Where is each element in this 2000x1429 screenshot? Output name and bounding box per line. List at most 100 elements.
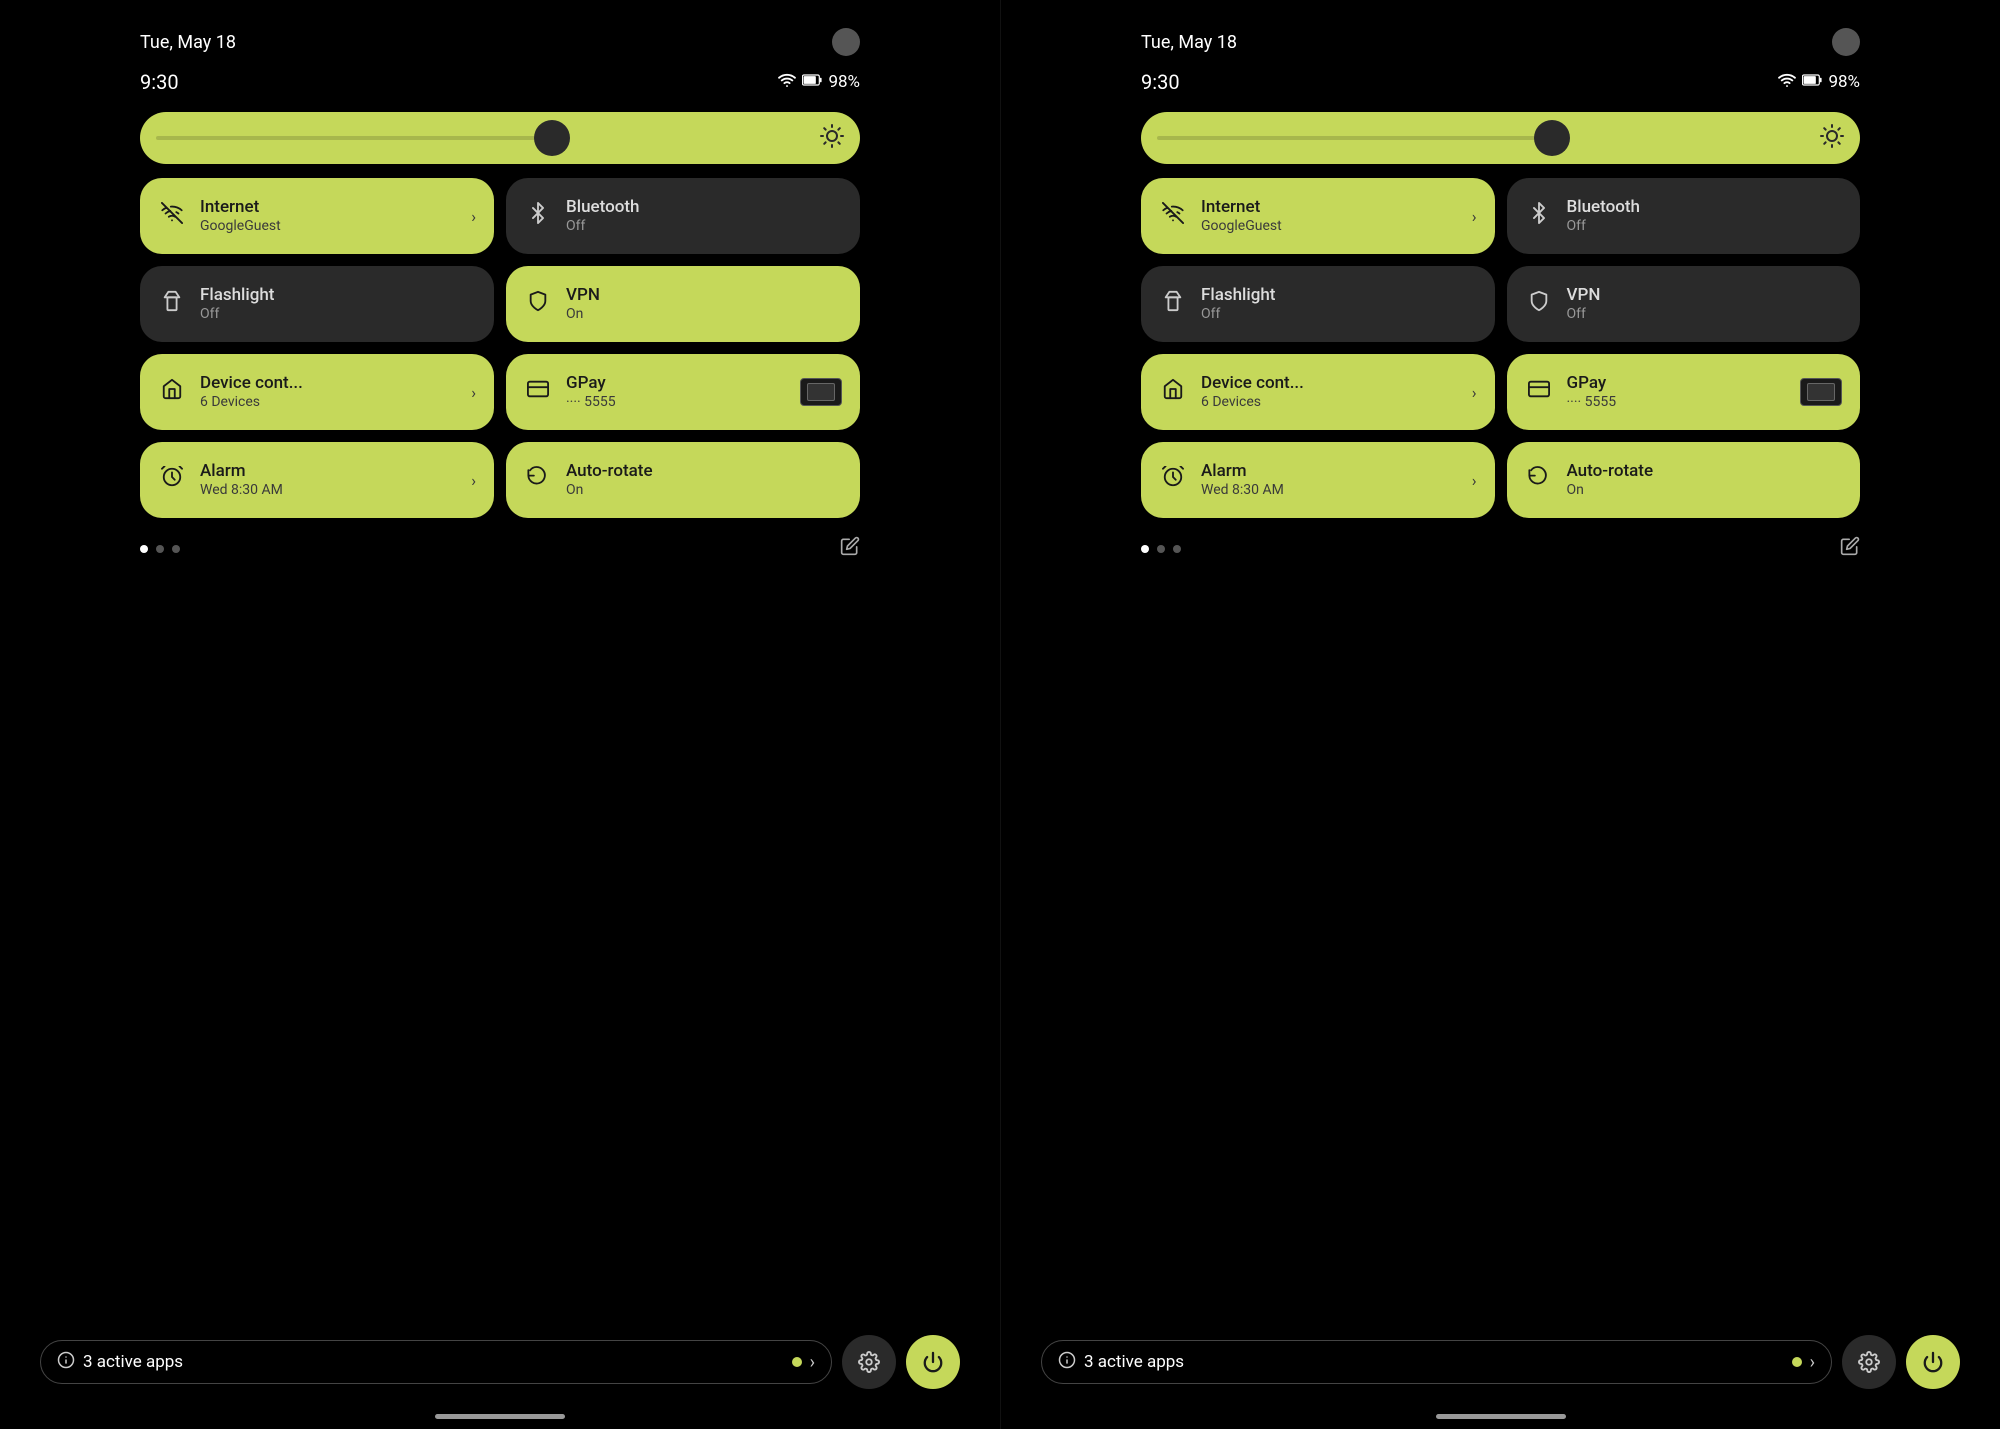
tile-text: GPay ···· 5555 [566,373,786,412]
active-dot [1792,1357,1802,1367]
tile-bluetooth[interactable]: Bluetooth Off [506,178,860,254]
tile-vpn[interactable]: VPN On [506,266,860,342]
tile-text: Bluetooth Off [566,197,842,236]
active-apps-pill[interactable]: 3 active apps › [40,1340,832,1384]
status-time-row: 9:30 98% [1141,66,1860,112]
tile-title: Alarm [200,461,457,481]
status-icons: 98% [778,71,860,94]
brightness-handle [1534,120,1570,156]
active-apps-text: 3 active apps [83,1352,784,1372]
tile-title: Alarm [1201,461,1458,481]
bottom-bar: 3 active apps › [0,1335,1000,1389]
tile-internet[interactable]: Internet GoogleGuest › [1141,178,1495,254]
tile-title: Internet [200,197,457,217]
wifi-status-icon [778,71,796,94]
active-apps-pill[interactable]: 3 active apps › [1041,1340,1832,1384]
camera-dot [1832,28,1860,56]
tile-text: VPN Off [1567,285,1843,324]
status-time: 9:30 [140,70,179,94]
tile-text: Device cont... 6 Devices [1201,373,1458,412]
tile-title: Auto-rotate [1567,461,1843,481]
camera-dot [832,28,860,56]
status-time-row: 9:30 98% [140,66,860,112]
tile-title: Auto-rotate [566,461,842,481]
brightness-icon [820,124,844,152]
info-icon [57,1351,75,1373]
tile-arrow: › [1472,383,1477,402]
tile-internet[interactable]: Internet GoogleGuest › [140,178,494,254]
bluetooth-icon [524,202,552,230]
pagination-dot-1 [156,545,164,553]
tile-subtitle: ···· 5555 [566,393,786,411]
brightness-slider[interactable] [140,112,860,164]
panel-left: Tue, May 18 9:30 98% [0,0,1000,1429]
gpay-card-icon [800,378,842,406]
vpn-icon [1525,290,1553,318]
tile-vpn[interactable]: VPN Off [1507,266,1861,342]
home-icon [1159,378,1187,406]
tile-subtitle: Off [1567,217,1843,235]
tile-text: Bluetooth Off [1567,197,1843,236]
vpn-icon [524,290,552,318]
bluetooth-icon [1525,202,1553,230]
tile-text: Auto-rotate On [1567,461,1843,500]
tile-autorotate[interactable]: Auto-rotate On [506,442,860,518]
status-date: Tue, May 18 [1141,32,1237,53]
tile-gpay[interactable]: GPay ···· 5555 [1507,354,1861,430]
brightness-row[interactable] [1141,112,1860,164]
brightness-handle [534,120,570,156]
tile-subtitle: Wed 8:30 AM [200,481,457,499]
tile-subtitle: GoogleGuest [200,217,457,235]
tile-flashlight[interactable]: Flashlight Off [1141,266,1495,342]
tile-flashlight[interactable]: Flashlight Off [140,266,494,342]
brightness-slider[interactable] [1141,112,1860,164]
brightness-row[interactable] [140,112,860,164]
tile-title: Internet [1201,197,1458,217]
tile-subtitle: 6 Devices [1201,393,1458,411]
tiles-grid: Internet GoogleGuest › Bluetooth Off Fla… [140,178,860,518]
tile-device-control[interactable]: Device cont... 6 Devices › [1141,354,1495,430]
tile-subtitle: On [566,305,842,323]
rotate-icon [1525,466,1553,494]
tile-text: Internet GoogleGuest [1201,197,1458,236]
tile-arrow: › [1472,207,1477,226]
tile-device-control[interactable]: Device cont... 6 Devices › [140,354,494,430]
tile-bluetooth[interactable]: Bluetooth Off [1507,178,1861,254]
tile-title: Device cont... [1201,373,1458,393]
power-button[interactable] [906,1335,960,1389]
pagination-dot-2 [1173,545,1181,553]
status-bar: Tue, May 18 [1141,0,1860,66]
tile-subtitle: On [1567,481,1843,499]
tile-text: GPay ···· 5555 [1567,373,1787,412]
power-button[interactable] [1906,1335,1960,1389]
tile-text: Alarm Wed 8:30 AM [200,461,457,500]
tile-title: GPay [1567,373,1787,393]
tile-gpay[interactable]: GPay ···· 5555 [506,354,860,430]
tile-title: Bluetooth [1567,197,1843,217]
tile-autorotate[interactable]: Auto-rotate On [1507,442,1861,518]
tile-title: Device cont... [200,373,457,393]
home-indicator [1436,1414,1566,1419]
edit-icon[interactable] [1840,536,1860,561]
tile-text: VPN On [566,285,842,324]
rotate-icon [524,466,552,494]
wifi-icon [1159,202,1187,230]
battery-percent: 98% [828,72,860,92]
settings-button[interactable] [842,1335,896,1389]
tile-subtitle: Wed 8:30 AM [1201,481,1458,499]
panel-right: Tue, May 18 9:30 98% [1000,0,2000,1429]
pagination-dot-2 [172,545,180,553]
tile-text: Flashlight Off [1201,285,1477,324]
edit-icon[interactable] [840,536,860,561]
tile-alarm[interactable]: Alarm Wed 8:30 AM › [140,442,494,518]
settings-button[interactable] [1842,1335,1896,1389]
tile-alarm[interactable]: Alarm Wed 8:30 AM › [1141,442,1495,518]
pagination-dot-0 [140,545,148,553]
tile-title: GPay [566,373,786,393]
status-icons: 98% [1778,71,1860,94]
wifi-status-icon [1778,71,1796,94]
battery-status-icon [802,72,822,92]
tile-text: Alarm Wed 8:30 AM [1201,461,1458,500]
flashlight-icon [1159,290,1187,318]
active-dot [792,1357,802,1367]
